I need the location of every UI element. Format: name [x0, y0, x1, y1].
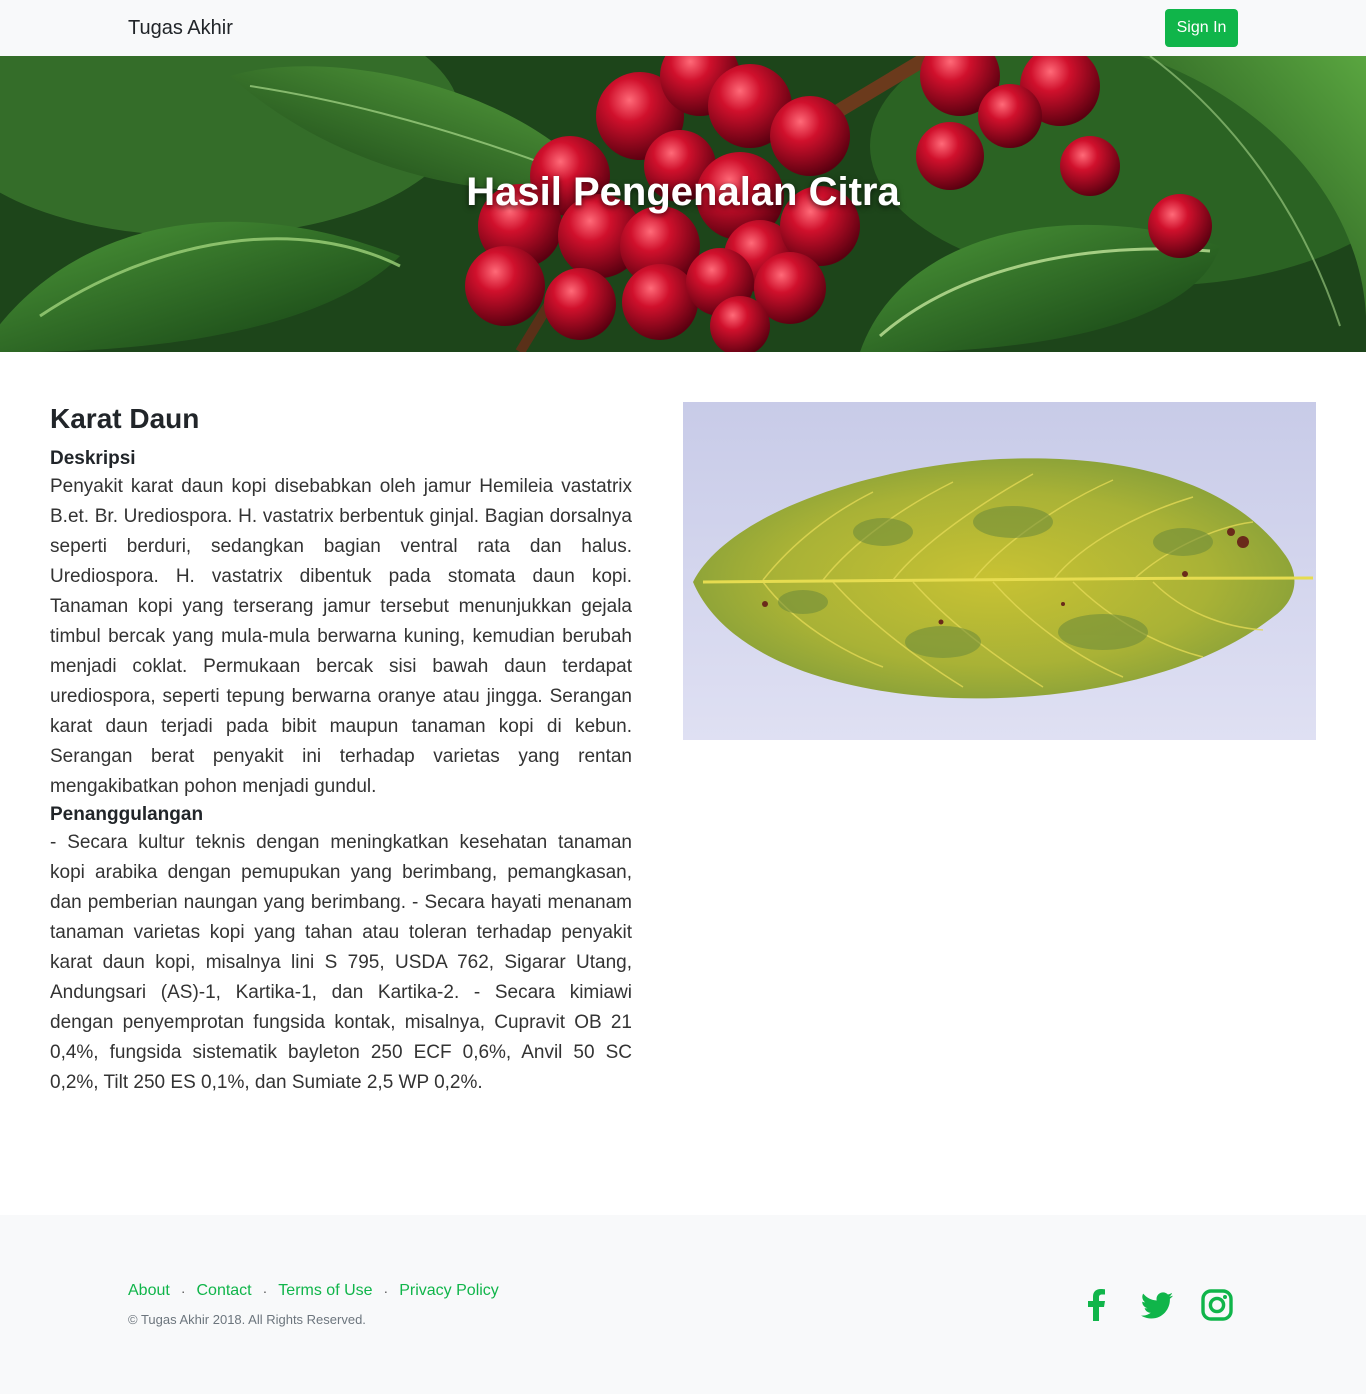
result-details: Karat Daun Deskripsi Penyakit karat daun…: [50, 402, 632, 1098]
footer: About · Contact · Terms of Use · Privacy…: [0, 1215, 1366, 1394]
facebook-icon[interactable]: [1079, 1287, 1115, 1323]
contact-link[interactable]: Contact: [196, 1281, 251, 1301]
rust-leaf-image: [683, 402, 1316, 740]
treatment-heading: Penanggulangan: [50, 804, 204, 825]
description-text: Penyakit karat daun kopi disebabkan oleh…: [50, 476, 632, 797]
brand-link[interactable]: Tugas Akhir: [128, 16, 233, 40]
about-link[interactable]: About: [128, 1281, 170, 1301]
hero-banner: Hasil Pengenalan Citra: [0, 56, 1366, 352]
sign-in-button[interactable]: Sign In: [1165, 9, 1238, 47]
page-title: Hasil Pengenalan Citra: [466, 170, 900, 214]
twitter-icon[interactable]: [1139, 1287, 1175, 1323]
separator: ·: [262, 1283, 268, 1299]
treatment-text: - Secara kultur teknis dengan meningkatk…: [50, 832, 632, 1093]
footer-links: About · Contact · Terms of Use · Privacy…: [128, 1281, 499, 1301]
disease-name: Karat Daun: [50, 403, 200, 434]
leaf-photo: [683, 402, 1316, 740]
description-heading: Deskripsi: [50, 448, 136, 469]
privacy-link[interactable]: Privacy Policy: [399, 1281, 499, 1301]
copyright-text: © Tugas Akhir 2018. All Rights Reserved.: [128, 1312, 366, 1327]
separator: ·: [383, 1283, 389, 1299]
separator: ·: [180, 1283, 186, 1299]
navbar: Tugas Akhir Sign In: [0, 0, 1366, 56]
terms-link[interactable]: Terms of Use: [278, 1281, 372, 1301]
instagram-icon[interactable]: [1199, 1287, 1235, 1323]
